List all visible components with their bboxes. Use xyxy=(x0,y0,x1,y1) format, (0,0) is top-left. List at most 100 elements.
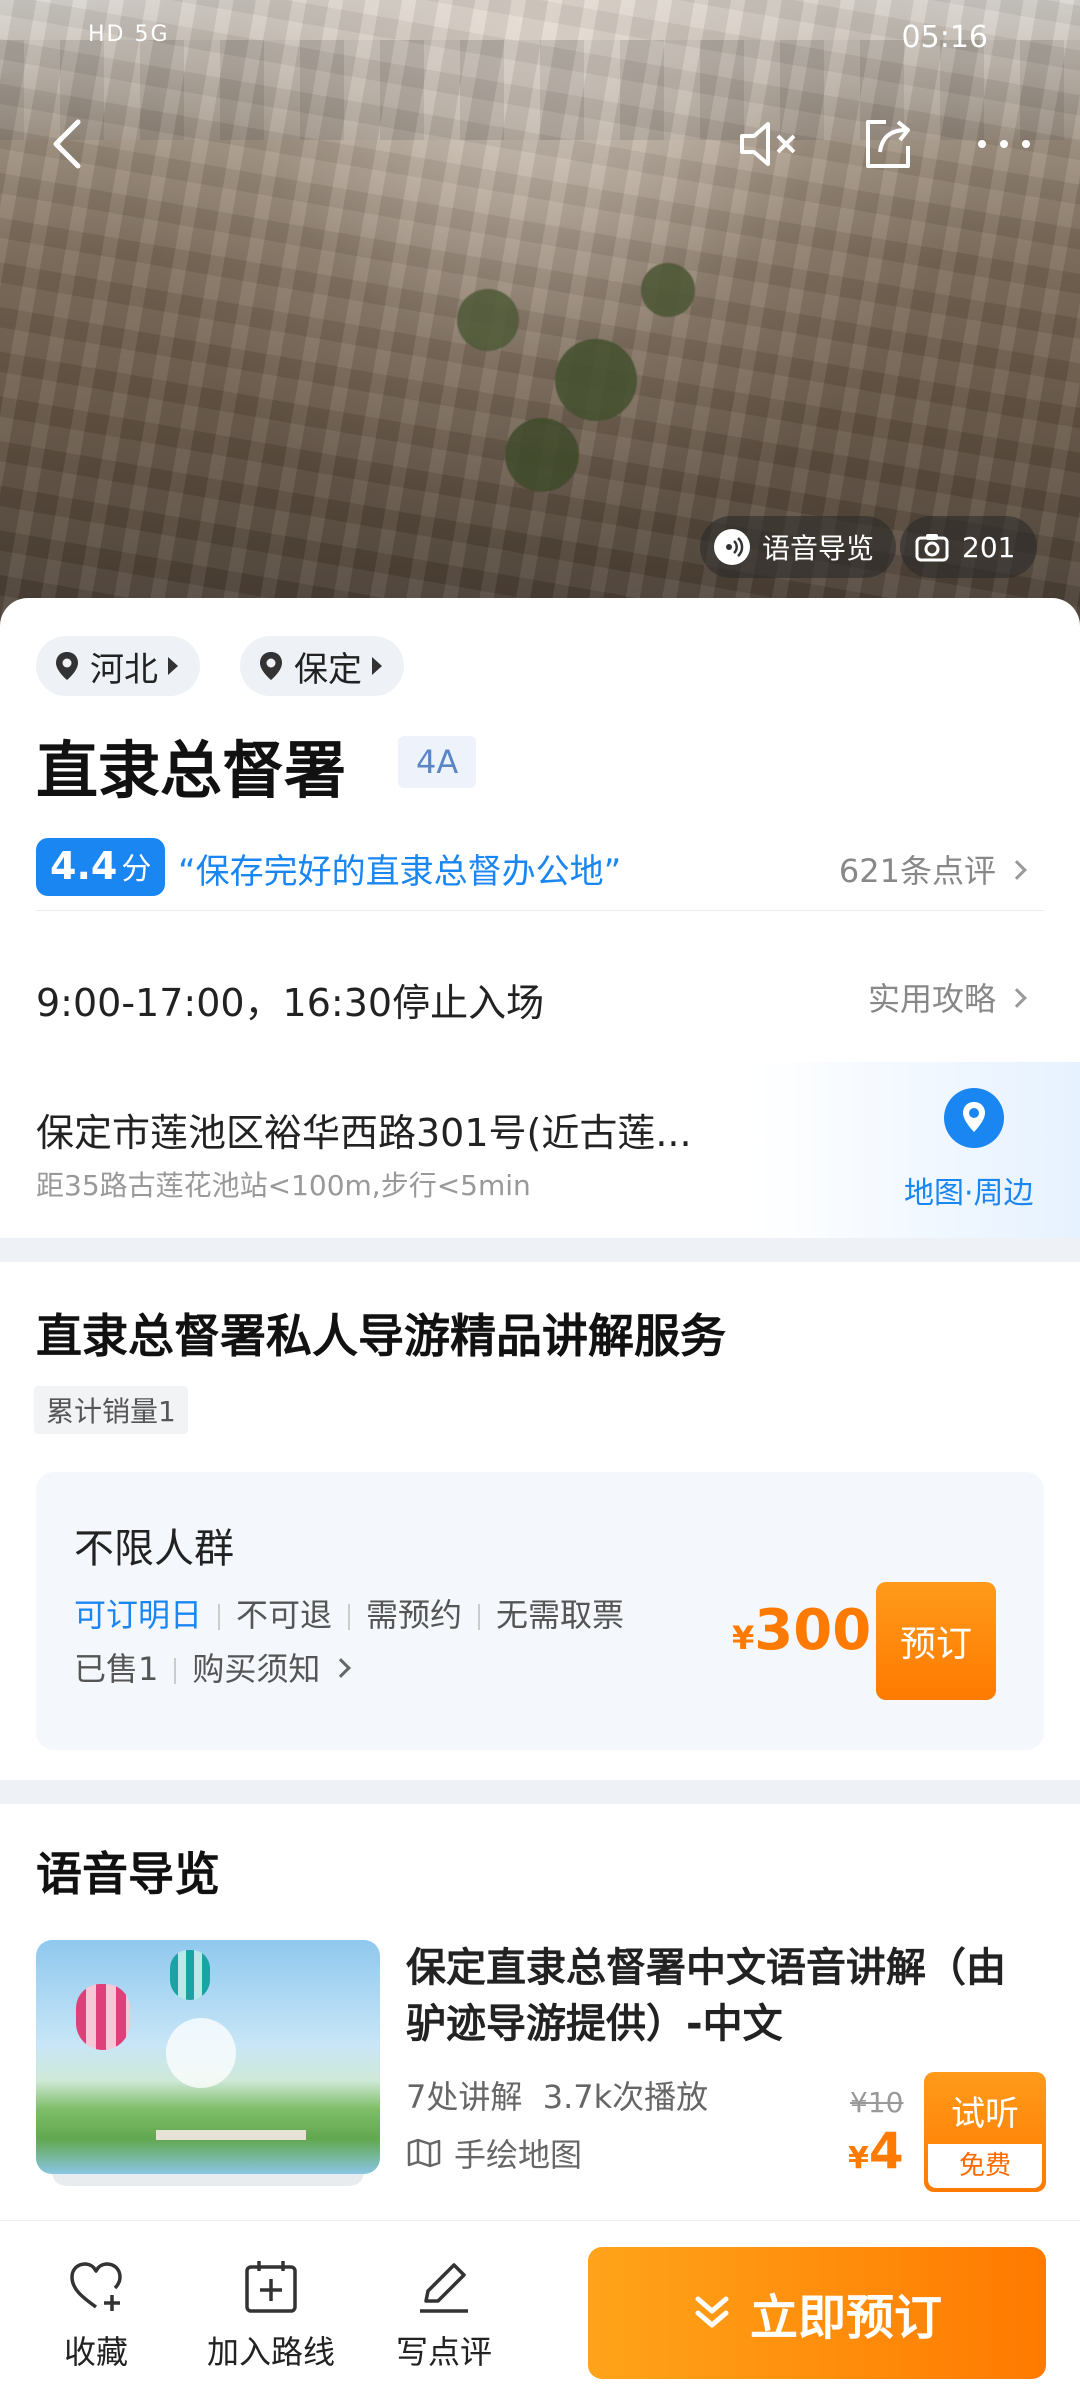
review-quote[interactable]: “保存完好的直隶总督办公地” xyxy=(178,844,621,893)
mute-button[interactable] xyxy=(732,108,804,180)
tag-ticket: 无需取票 xyxy=(496,1596,625,1634)
bottom-action-bar: 收藏 加入路线 写点评 立即预订 xyxy=(0,2220,1080,2400)
book-now-label: 立即预订 xyxy=(749,2290,942,2346)
thumbnail-bridge xyxy=(156,2130,306,2140)
currency-symbol: ¥ xyxy=(732,1619,755,1657)
rating-badge[interactable]: 4.4 分 xyxy=(36,838,166,896)
distance-text: 距35路古莲花池站<100m,步行<5min xyxy=(36,1169,531,1202)
attraction-title: 直隶总督署 xyxy=(36,734,347,807)
heart-plus-icon xyxy=(70,2262,122,2311)
separator xyxy=(174,1658,177,1684)
book-now-button[interactable]: 立即预订 xyxy=(588,2247,1046,2379)
add-route-label: 加入路线 xyxy=(206,2333,335,2371)
separator xyxy=(478,1604,481,1630)
level-badge: 4A xyxy=(398,736,477,788)
camera-icon xyxy=(914,529,950,565)
hand-drawn-map: 手绘地图 xyxy=(406,2130,582,2176)
chevron-right-icon xyxy=(331,1658,352,1678)
calendar-plus-icon xyxy=(245,2261,297,2313)
map-pin-icon[interactable] xyxy=(944,1088,1004,1148)
audio-guide-thumbnail[interactable] xyxy=(36,1940,380,2174)
package-meta: 已售1 购买须知 xyxy=(74,1644,352,1690)
thumbnail-sun xyxy=(166,2018,236,2088)
hand-drawn-map-label: 手绘地图 xyxy=(454,2136,583,2174)
hero-trees xyxy=(380,230,740,530)
caret-right-icon xyxy=(168,657,178,675)
practical-guide-link[interactable]: 实用攻略 xyxy=(867,974,1027,1020)
separator xyxy=(348,1604,351,1630)
add-route-button[interactable]: 加入路线 xyxy=(198,2257,344,2373)
double-chevron-down-icon xyxy=(695,2296,729,2328)
chevron-right-icon xyxy=(1007,860,1027,880)
package-name: 不限人群 xyxy=(74,1526,234,1572)
favorite-button[interactable]: 收藏 xyxy=(60,2257,132,2373)
photo-count: 201 xyxy=(962,530,1016,564)
guide-service-card: 直隶总督署私人导游精品讲解服务 累计销量1 不限人群 可订明日 不可退 需预约 无需取… xyxy=(0,1262,1080,1780)
audio-guide-stats: 7处讲解 3.7k次播放 xyxy=(406,2072,708,2118)
city-chip[interactable]: 保定 xyxy=(240,636,404,696)
network-indicator: HD 5G xyxy=(88,22,170,47)
purchase-notice-link[interactable]: 购买须知 xyxy=(192,1650,320,1688)
map-nearby-link[interactable]: 地图·周边 xyxy=(904,1168,1034,1212)
book-button[interactable]: 预订 xyxy=(876,1582,996,1700)
photo-count-pill[interactable]: 201 xyxy=(900,516,1038,578)
rating-score: 4.4 xyxy=(50,844,118,888)
city-label: 保定 xyxy=(294,649,362,690)
tag-reserve: 需预约 xyxy=(366,1596,463,1634)
plays-count: 3.7k次播放 xyxy=(542,2078,709,2116)
location-pin-icon xyxy=(260,652,282,680)
practical-guide-label: 实用攻略 xyxy=(867,980,996,1018)
sold-count: 已售1 xyxy=(74,1650,159,1688)
hero-image[interactable]: HD 5G 05:16 语音导览 201 xyxy=(0,0,1080,640)
sales-tag: 累计销量1 xyxy=(34,1386,188,1434)
audio-guide-section-title: 语音导览 xyxy=(36,1847,220,1901)
audio-guide-pill[interactable]: 语音导览 xyxy=(700,516,897,578)
back-button[interactable] xyxy=(32,108,104,180)
price-amount: 4 xyxy=(868,2122,904,2180)
opening-hours: 9:00-17:00，16:30停止入场 xyxy=(36,981,545,1025)
status-bar: HD 5G 05:16 xyxy=(0,18,1080,62)
package-option[interactable]: 不限人群 可订明日 不可退 需预约 无需取票 已售1 购买须知 ¥300 预订 xyxy=(36,1472,1044,1750)
share-icon xyxy=(866,120,910,168)
audio-guide-item-title[interactable]: 保定直隶总督署中文语音讲解（由驴迹导游提供）-中文 xyxy=(406,1940,1026,2052)
service-title[interactable]: 直隶总督署私人导游精品讲解服务 xyxy=(36,1300,726,1366)
favorite-label: 收藏 xyxy=(63,2333,128,2371)
package-price: ¥300 xyxy=(732,1598,871,1663)
price-amount: 300 xyxy=(754,1598,872,1663)
rating-unit: 分 xyxy=(121,852,152,887)
reviews-count: 621条点评 xyxy=(838,852,996,890)
tag-available: 可订明日 xyxy=(74,1596,203,1634)
province-label: 河北 xyxy=(90,649,158,690)
try-listen-label: 试听 xyxy=(951,2094,1019,2134)
balloon-icon xyxy=(76,1984,130,2050)
share-button[interactable] xyxy=(852,108,924,180)
audio-wave-icon xyxy=(714,529,750,565)
attraction-info-card: 河北 保定 直隶总督署 4A 4.4 分 “保存完好的直隶总督办公地” 621条… xyxy=(0,598,1080,1238)
write-review-button[interactable]: 写点评 xyxy=(392,2257,496,2373)
audio-guide-price: ¥4 xyxy=(848,2122,904,2180)
separator xyxy=(218,1604,221,1630)
try-listen-button[interactable]: 试听 免费 xyxy=(924,2072,1046,2192)
map-book-icon xyxy=(407,2138,441,2168)
chevron-right-icon xyxy=(1007,988,1027,1008)
more-dots-icon xyxy=(978,140,1030,148)
reviews-link[interactable]: 621条点评 xyxy=(838,846,1027,892)
divider xyxy=(36,910,1044,911)
more-button[interactable] xyxy=(968,108,1040,180)
original-price: ¥10 xyxy=(850,2086,904,2119)
audio-guide-pill-label: 语音导览 xyxy=(762,532,875,565)
caret-right-icon xyxy=(372,657,382,675)
location-pin-icon xyxy=(56,652,78,680)
points-count: 7处讲解 xyxy=(406,2078,523,2116)
address-text[interactable]: 保定市莲池区裕华西路301号(近古莲... xyxy=(36,1102,692,1157)
package-tags: 可订明日 不可退 需预约 无需取票 xyxy=(74,1590,624,1636)
balloon-icon xyxy=(170,1950,210,2000)
back-arrow-icon xyxy=(53,119,81,169)
province-chip[interactable]: 河北 xyxy=(36,636,200,696)
pen-icon xyxy=(420,2263,468,2313)
status-time: 05:16 xyxy=(901,20,988,55)
audio-guide-card: 语音导览 保定直隶总督署中文语音讲解（由驴迹导游提供）-中文 7处讲解 3.7k… xyxy=(0,1804,1080,2224)
currency-symbol: ¥ xyxy=(848,2141,869,2176)
free-label: 免费 xyxy=(928,2144,1042,2188)
tag-refund: 不可退 xyxy=(236,1596,333,1634)
